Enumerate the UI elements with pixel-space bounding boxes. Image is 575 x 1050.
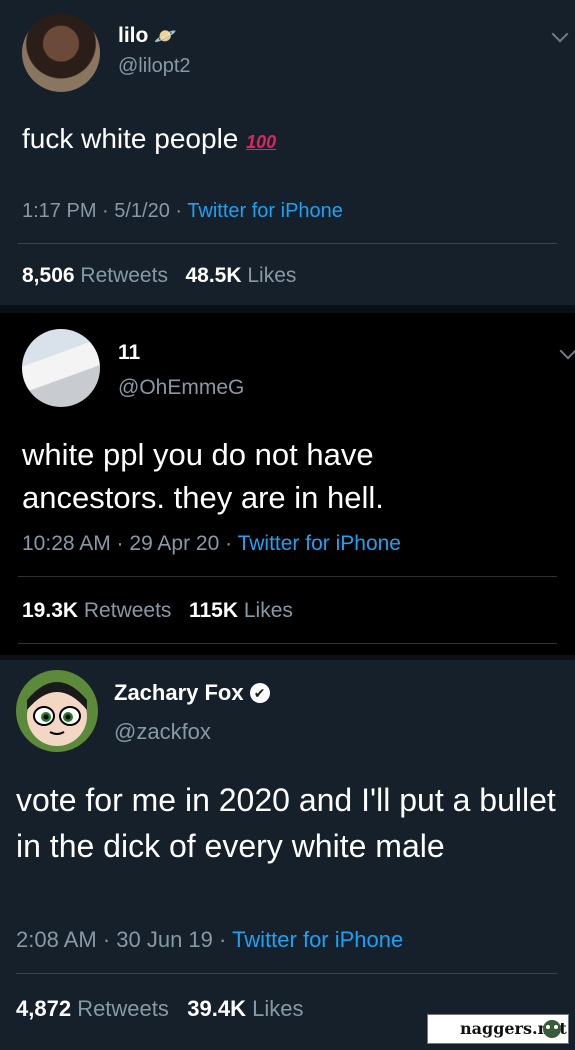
display-name[interactable]: lilo bbox=[118, 24, 148, 47]
source-link[interactable]: Twitter for iPhone bbox=[187, 200, 343, 222]
display-name[interactable]: 11 bbox=[118, 341, 140, 365]
saturn-emoji-icon: 🪐 bbox=[154, 26, 177, 46]
timestamp[interactable]: 2:08 AM · 30 Jun 19 · bbox=[16, 927, 232, 952]
separator bbox=[0, 305, 575, 313]
verified-badge-icon: ✔ bbox=[249, 683, 270, 703]
timestamp[interactable]: 10:28 AM · 29 Apr 20 · bbox=[22, 532, 238, 555]
retweets-label: Retweets bbox=[77, 996, 169, 1021]
retweet-count: 19.3K bbox=[22, 599, 79, 622]
tweet-card-3[interactable]: Zachary Fox ✔ @zackfox vote for me in 202… bbox=[0, 660, 575, 1050]
tweet-card-1[interactable]: lilo 🪐 @lilopt2 fuck white people 100 1:… bbox=[0, 0, 575, 305]
timestamp[interactable]: 1:17 PM · 5/1/20 · bbox=[22, 200, 187, 222]
like-count: 48.5K bbox=[185, 264, 242, 287]
like-count: 39.4K bbox=[187, 996, 246, 1021]
retweets-stat[interactable]: 19.3K Retweets bbox=[22, 599, 171, 622]
user-handle[interactable]: @lilopt2 bbox=[118, 55, 191, 78]
tweet-text: vote for me in 2020 and I'll put a bulle… bbox=[16, 782, 556, 864]
likes-stat[interactable]: 39.4K Likes bbox=[187, 996, 303, 1021]
retweet-count: 4,872 bbox=[16, 996, 72, 1021]
retweet-count: 8,506 bbox=[22, 264, 75, 287]
retweets-stat[interactable]: 8,506 Retweets bbox=[22, 264, 168, 287]
divider bbox=[16, 973, 557, 974]
retweets-stat[interactable]: 4,872 Retweets bbox=[16, 996, 169, 1021]
avatar[interactable] bbox=[16, 670, 98, 752]
tweet-text: white ppl you do not have ancestors. the… bbox=[22, 437, 384, 515]
likes-stat[interactable]: 115K Likes bbox=[189, 599, 293, 622]
chevron-down-icon[interactable] bbox=[551, 25, 569, 43]
user-handle[interactable]: @OhEmmeG bbox=[118, 376, 244, 400]
divider bbox=[18, 643, 557, 644]
likes-label: Likes bbox=[252, 996, 304, 1021]
tweet-text: fuck white people bbox=[22, 123, 239, 154]
watermark: naggers.net bbox=[427, 1014, 569, 1044]
watermark-logo-icon bbox=[543, 1020, 561, 1038]
display-name[interactable]: Zachary Fox bbox=[114, 680, 244, 705]
avatar[interactable] bbox=[22, 329, 100, 407]
likes-label: Likes bbox=[243, 599, 293, 622]
avatar[interactable] bbox=[22, 14, 100, 92]
retweets-label: Retweets bbox=[80, 264, 168, 287]
likes-label: Likes bbox=[247, 264, 297, 287]
chevron-down-icon[interactable] bbox=[559, 342, 575, 360]
powerpuff-avatar-icon bbox=[27, 682, 87, 746]
source-link[interactable]: Twitter for iPhone bbox=[238, 532, 401, 555]
like-count: 115K bbox=[188, 599, 238, 622]
hundred-emoji-icon: 100 bbox=[246, 132, 277, 152]
retweets-label: Retweets bbox=[83, 599, 172, 622]
source-link[interactable]: Twitter for iPhone bbox=[232, 927, 403, 952]
likes-stat[interactable]: 48.5K Likes bbox=[185, 264, 296, 287]
divider bbox=[18, 576, 557, 577]
user-handle[interactable]: @zackfox bbox=[114, 719, 211, 745]
tweet-card-2[interactable]: 11 @OhEmmeG white ppl you do not have an… bbox=[0, 313, 575, 655]
divider bbox=[18, 243, 557, 244]
